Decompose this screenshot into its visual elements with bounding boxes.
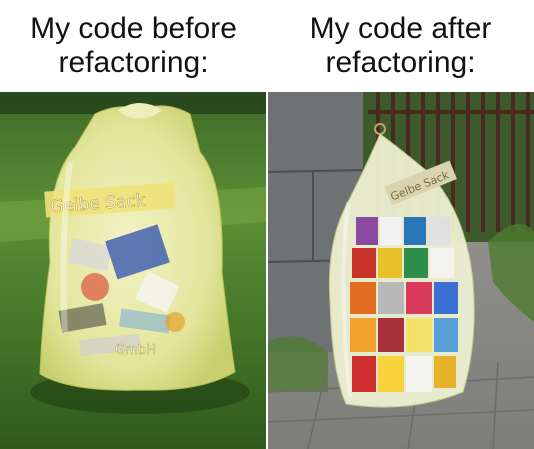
left-caption: My code before refactoring: <box>30 12 237 79</box>
after-scene: Gelbe Sack <box>268 92 534 449</box>
after-image: Gelbe Sack <box>268 92 534 449</box>
before-scene: Gelbe Sack GmbH <box>0 92 266 449</box>
right-caption: My code after refactoring: <box>309 12 492 79</box>
bag-maker-text: GmbH <box>115 343 156 358</box>
before-image: Gelbe Sack GmbH <box>0 92 266 449</box>
stacked-cans <box>350 217 458 392</box>
